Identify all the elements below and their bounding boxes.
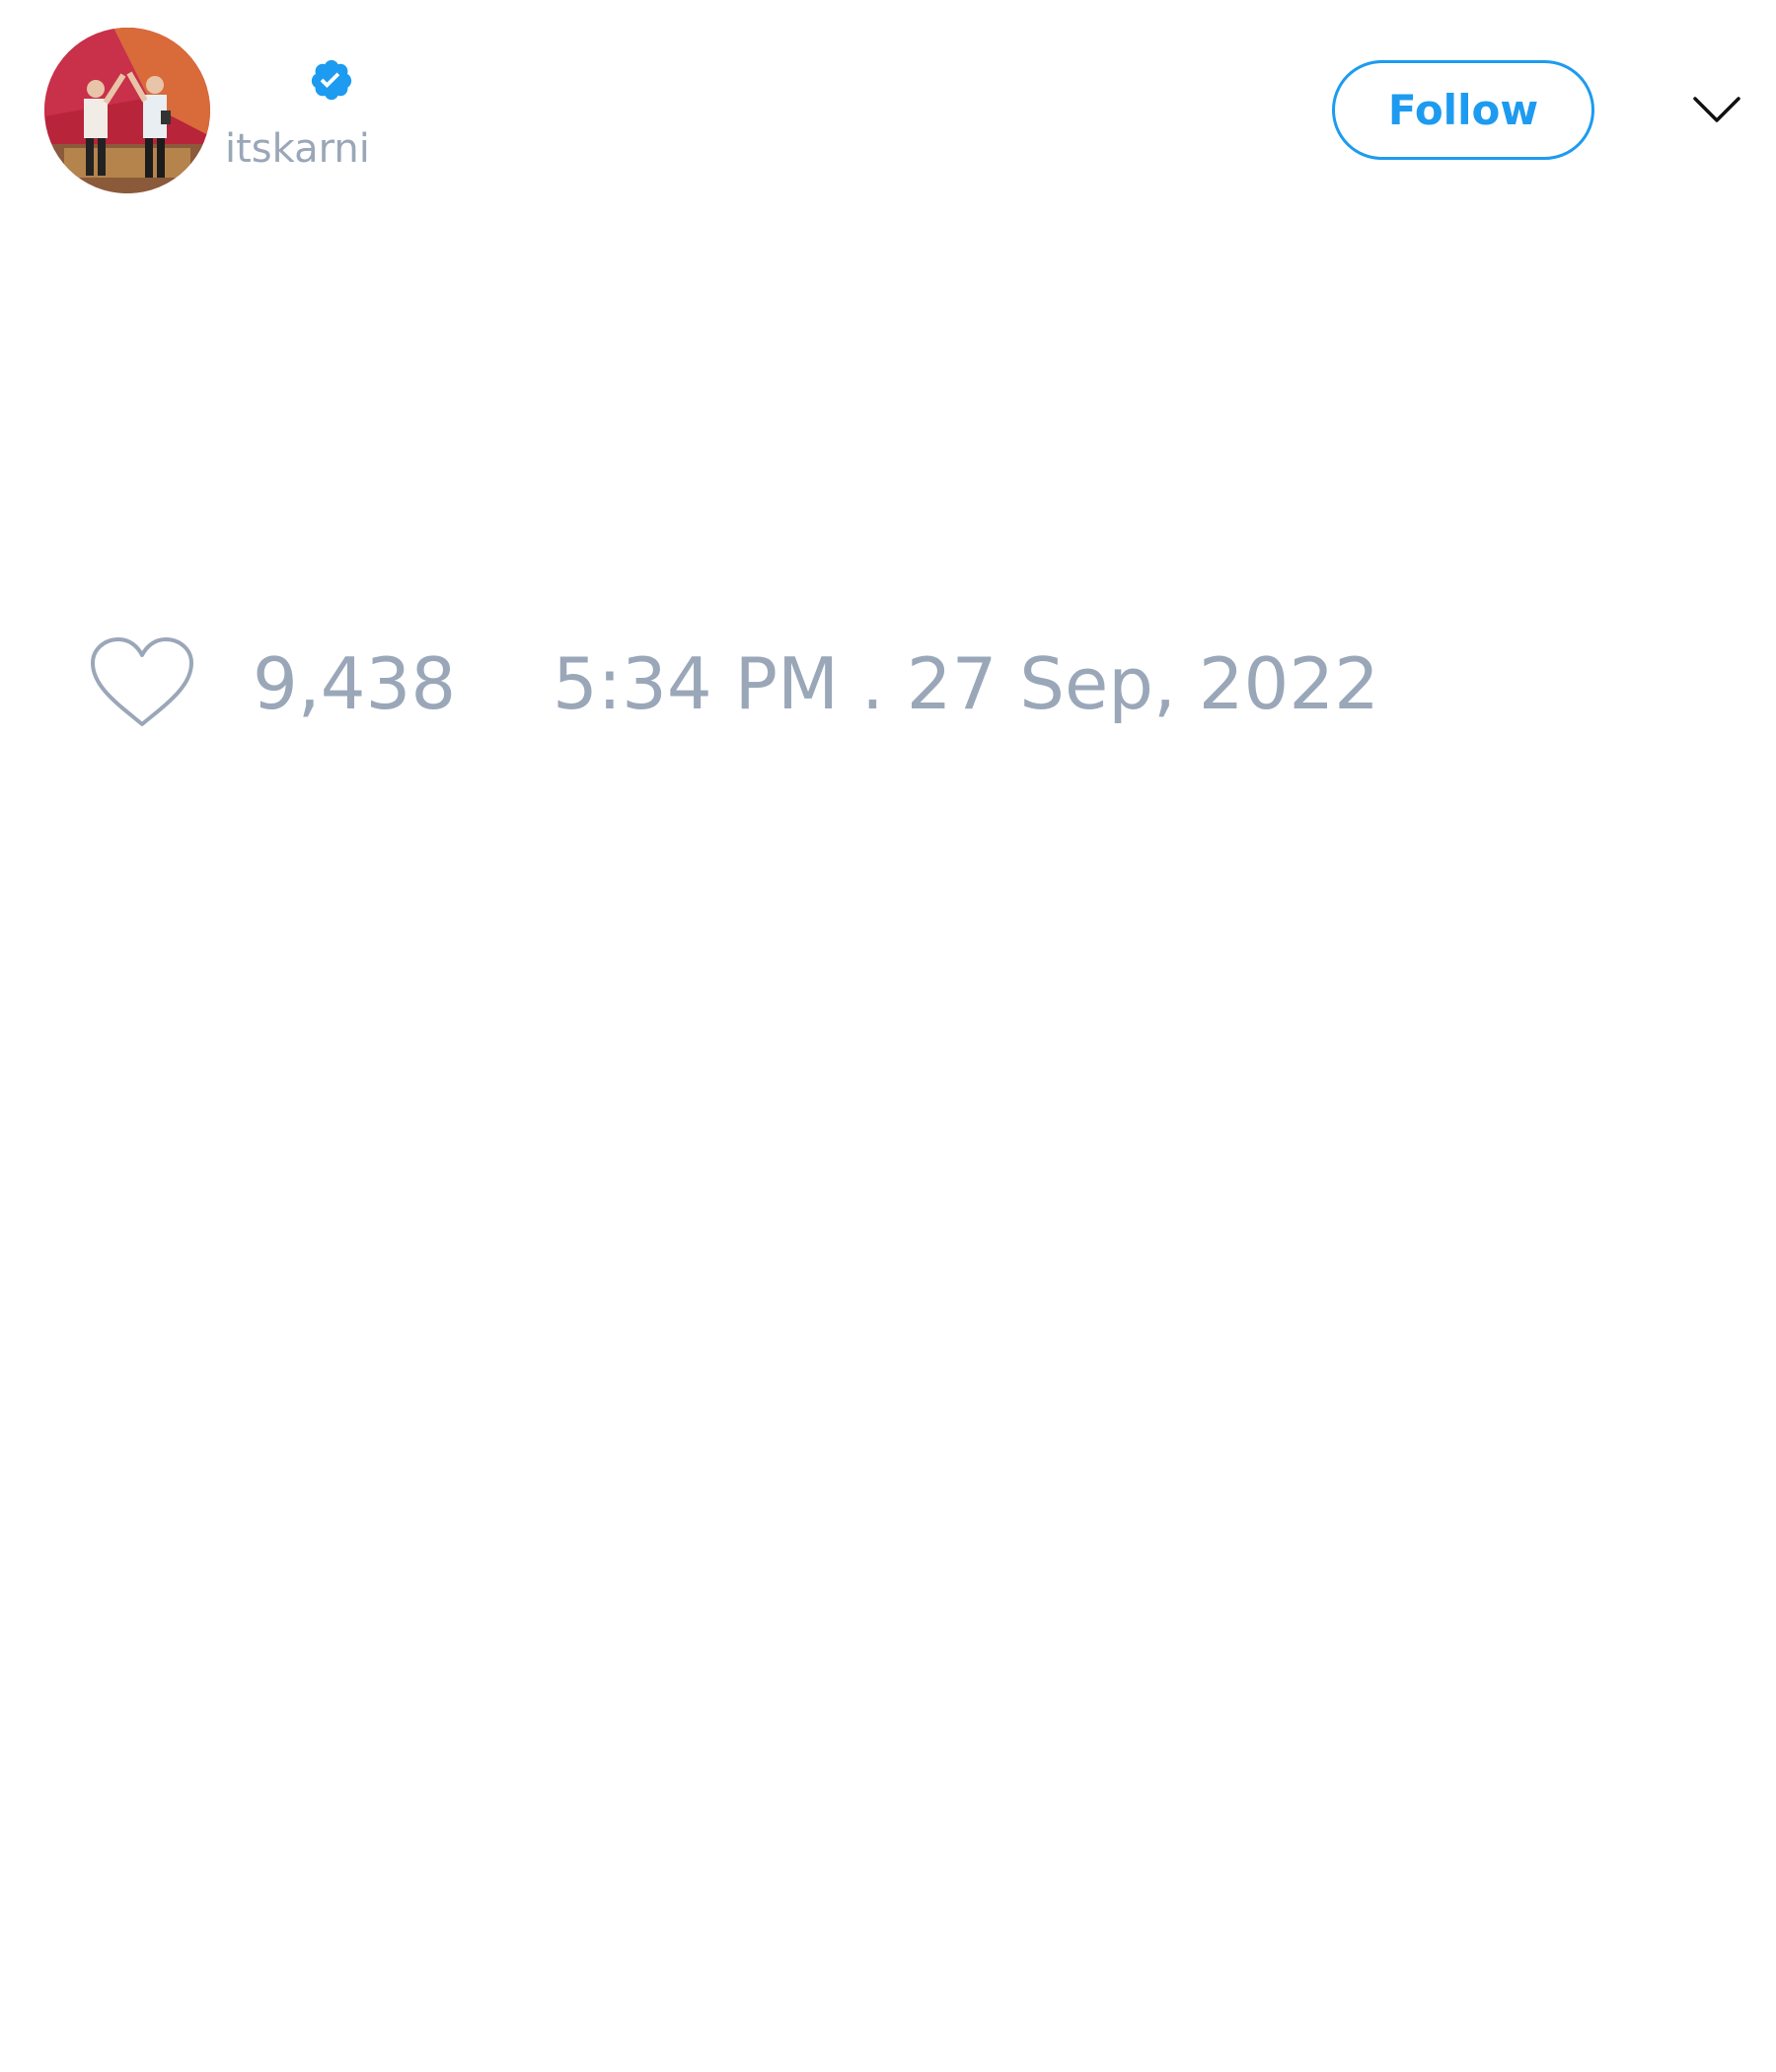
- chevron-down-icon[interactable]: [1691, 91, 1742, 126]
- follow-button[interactable]: Follow: [1332, 60, 1594, 160]
- heart-icon[interactable]: [89, 635, 195, 730]
- verified-badge-icon: [311, 59, 352, 101]
- tweet-timestamp[interactable]: 5:34 PM . 27 Sep, 2022: [553, 639, 1379, 728]
- avatar[interactable]: [44, 28, 210, 193]
- author-handle[interactable]: itskarni: [225, 124, 370, 174]
- like-count: 9,438: [253, 642, 457, 725]
